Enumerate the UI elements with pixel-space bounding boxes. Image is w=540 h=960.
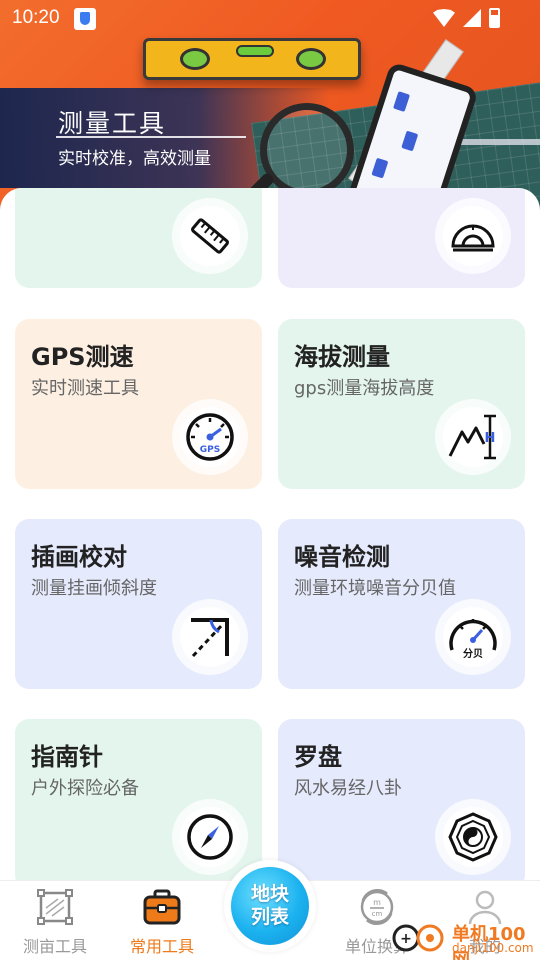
tool-card-gps-speed[interactable]: GPS测速 实时测速工具 GPS [15,319,262,489]
svg-text:H: H [485,431,496,446]
card-subtitle: 户外探险必备 [31,778,139,799]
decibel-meter-icon: 分贝 [443,607,503,667]
watermark-logo-icon: + [392,924,444,952]
magnifier-image [260,103,354,197]
plot-list-line1: 地块 [250,883,289,905]
nav-label: 常用工具 [129,937,194,956]
banner-subtitle: 实时校准，高效测量 [58,149,211,169]
mountain-altitude-icon: H [443,407,503,467]
unit-convert-icon: m cm [357,887,397,927]
card-title: 插画校对 [31,543,127,571]
svg-text:GPS: GPS [200,445,220,455]
tools-grid: GPS测速 实时测速工具 GPS 海拔测量 gps测量海拔高度 H 插画校对 测… [0,188,540,960]
tool-card-altitude[interactable]: 海拔测量 gps测量海拔高度 H [278,319,525,489]
frame-angle-icon [180,607,240,667]
speedometer-gps-icon: GPS [180,407,240,467]
site-watermark: + 单机100网 danji100.com [392,916,540,960]
tool-card-protractor[interactable] [278,188,525,288]
spirit-level-image [143,38,361,80]
status-bar: 10:20 [0,0,540,36]
nav-item-field-measure[interactable]: 测亩工具 [0,881,110,960]
banner-divider [56,136,246,138]
card-subtitle: gps测量海拔高度 [294,378,435,399]
plot-list-button[interactable]: 地块 列表 [224,860,316,952]
card-subtitle: 测量挂画倾斜度 [31,578,157,599]
plot-list-line2: 列表 [250,906,289,928]
card-title: GPS测速 [31,343,134,371]
field-measure-icon [35,887,75,927]
bagua-icon [443,807,503,867]
card-subtitle: 实时测速工具 [31,378,139,399]
card-subtitle: 风水易经八卦 [294,778,402,799]
tool-card-noise[interactable]: 噪音检测 测量环境噪音分贝值 分贝 [278,519,525,689]
card-title: 海拔测量 [294,343,390,371]
shield-icon [74,8,96,30]
tool-card-compass[interactable]: 指南针 户外探险必备 [15,719,262,889]
svg-text:+: + [400,931,412,947]
svg-text:cm: cm [372,910,383,918]
card-subtitle: 测量环境噪音分贝值 [294,578,456,599]
tool-card-luopan[interactable]: 罗盘 风水易经八卦 [278,719,525,889]
card-title: 噪音检测 [294,543,390,571]
battery-icon [489,8,500,28]
tool-card-ruler[interactable] [15,188,262,288]
nav-item-common-tools[interactable]: 常用工具 [107,881,217,960]
signal-icon [463,9,481,27]
nav-label: 测亩工具 [22,937,87,956]
banner-title: 测量工具 [58,109,167,138]
watermark-url: danji100.com [452,941,534,955]
wifi-icon [433,9,455,27]
status-time: 10:20 [12,7,60,28]
card-title: 罗盘 [294,743,342,771]
compass-icon [180,807,240,867]
tool-card-picture-level[interactable]: 插画校对 测量挂画倾斜度 [15,519,262,689]
svg-text:m: m [373,898,381,907]
toolbox-icon [142,887,182,927]
ruler-icon [180,206,240,266]
svg-text:分贝: 分贝 [463,647,483,660]
card-title: 指南针 [31,743,103,771]
protractor-icon [443,206,503,266]
